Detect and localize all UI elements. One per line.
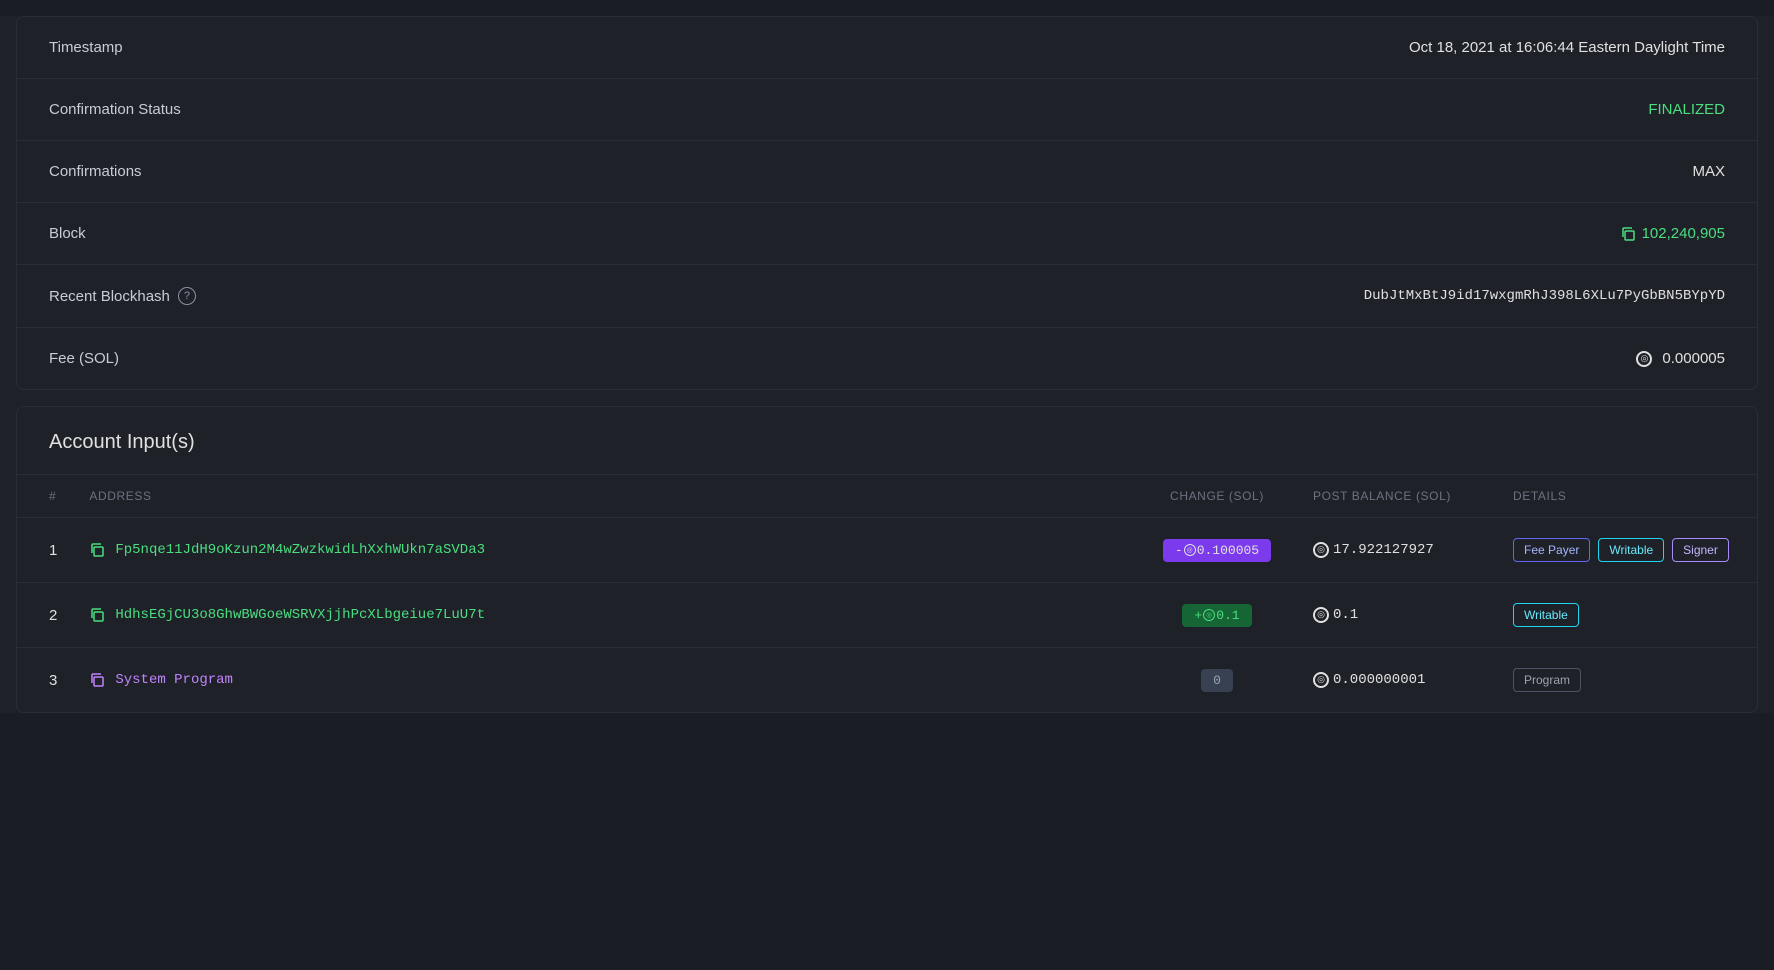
col-header-post-balance: POST BALANCE (SOL) bbox=[1297, 475, 1497, 518]
sol-circle-icon: ◎ bbox=[1313, 672, 1329, 688]
block-value[interactable]: 102,240,905 bbox=[1620, 225, 1725, 242]
table-header-row: # ADDRESS CHANGE (SOL) POST BALANCE (SOL… bbox=[17, 475, 1757, 518]
timestamp-row: Timestamp Oct 18, 2021 at 16:06:44 Easte… bbox=[17, 17, 1757, 79]
detail-badge-writable: Writable bbox=[1598, 538, 1664, 562]
detail-badge-program: Program bbox=[1513, 668, 1581, 692]
change-badge: -◎0.100005 bbox=[1163, 539, 1271, 562]
address-cell: System Program bbox=[73, 648, 1137, 713]
accounts-table: # ADDRESS CHANGE (SOL) POST BALANCE (SOL… bbox=[17, 475, 1757, 712]
account-inputs-title: Account Input(s) bbox=[17, 407, 1757, 475]
timestamp-value: Oct 18, 2021 at 16:06:44 Eastern Dayligh… bbox=[1409, 39, 1725, 56]
recent-blockhash-help-icon[interactable]: ? bbox=[178, 287, 196, 305]
change-badge: +◎0.1 bbox=[1182, 604, 1251, 627]
copy-address-icon[interactable] bbox=[89, 672, 105, 688]
post-balance-value: 0.1 bbox=[1333, 607, 1358, 623]
copy-address-icon[interactable] bbox=[89, 542, 105, 558]
transaction-details-card: Timestamp Oct 18, 2021 at 16:06:44 Easte… bbox=[16, 16, 1758, 390]
detail-badge-signer: Signer bbox=[1672, 538, 1729, 562]
post-balance-cell: ◎17.922127927 bbox=[1297, 518, 1497, 583]
post-balance-value: 0.000000001 bbox=[1333, 672, 1425, 688]
post-balance-cell: ◎0.1 bbox=[1297, 583, 1497, 648]
post-balance-value: 17.922127927 bbox=[1333, 542, 1434, 558]
confirmations-value: MAX bbox=[1692, 163, 1725, 180]
timestamp-label: Timestamp bbox=[49, 39, 123, 56]
confirmations-row: Confirmations MAX bbox=[17, 141, 1757, 203]
row-number: 1 bbox=[17, 518, 73, 583]
post-balance-cell: ◎0.000000001 bbox=[1297, 648, 1497, 713]
recent-blockhash-value: DubJtMxBtJ9id17wxgmRhJ398L6XLu7PyGbBN5BY… bbox=[1364, 288, 1725, 304]
recent-blockhash-row: Recent Blockhash ? DubJtMxBtJ9id17wxgmRh… bbox=[17, 265, 1757, 328]
table-row: 2 HdhsEGjCU3o8GhwBWGoeWSRVXjjhPcXLbgeiue7… bbox=[17, 583, 1757, 648]
sol-circle-icon: ◎ bbox=[1313, 542, 1329, 558]
row-number: 3 bbox=[17, 648, 73, 713]
change-badge: 0 bbox=[1201, 669, 1233, 692]
fee-row: Fee (SOL) ◎ 0.000005 bbox=[17, 328, 1757, 389]
details-cell: Writable bbox=[1497, 583, 1757, 648]
detail-badge-writable: Writable bbox=[1513, 603, 1579, 627]
table-row: 1 Fp5nqe11JdH9oKzun2M4wZwzkwidLhXxhWUkn7a… bbox=[17, 518, 1757, 583]
recent-blockhash-label: Recent Blockhash ? bbox=[49, 287, 196, 305]
change-cell: -◎0.100005 bbox=[1137, 518, 1297, 583]
address-link[interactable]: HdhsEGjCU3o8GhwBWGoeWSRVXjjhPcXLbgeiue7L… bbox=[115, 607, 485, 623]
change-cell: 0 bbox=[1137, 648, 1297, 713]
change-cell: +◎0.1 bbox=[1137, 583, 1297, 648]
confirmation-status-label: Confirmation Status bbox=[49, 101, 181, 118]
address-link[interactable]: Fp5nqe11JdH9oKzun2M4wZwzkwidLhXxhWUkn7aS… bbox=[115, 542, 485, 558]
copy-block-icon[interactable] bbox=[1620, 226, 1636, 242]
address-cell: HdhsEGjCU3o8GhwBWGoeWSRVXjjhPcXLbgeiue7L… bbox=[73, 583, 1137, 648]
detail-badge-fee-payer: Fee Payer bbox=[1513, 538, 1590, 562]
row-number: 2 bbox=[17, 583, 73, 648]
details-cell: Fee Payer Writable Signer bbox=[1497, 518, 1757, 583]
sol-icon: ◎ bbox=[1636, 351, 1652, 367]
sol-circle-icon: ◎ bbox=[1313, 607, 1329, 623]
table-row: 3 System Program 0 ◎0.000000001 Program bbox=[17, 648, 1757, 713]
fee-value: ◎ 0.000005 bbox=[1636, 350, 1725, 367]
details-cell: Program bbox=[1497, 648, 1757, 713]
address-link[interactable]: System Program bbox=[115, 672, 233, 688]
fee-label: Fee (SOL) bbox=[49, 350, 119, 367]
block-label: Block bbox=[49, 225, 86, 242]
copy-address-icon[interactable] bbox=[89, 607, 105, 623]
address-cell: Fp5nqe11JdH9oKzun2M4wZwzkwidLhXxhWUkn7aS… bbox=[73, 518, 1137, 583]
col-header-details: DETAILS bbox=[1497, 475, 1757, 518]
confirmation-status-row: Confirmation Status FINALIZED bbox=[17, 79, 1757, 141]
col-header-address: ADDRESS bbox=[73, 475, 1137, 518]
confirmation-status-value: FINALIZED bbox=[1648, 101, 1725, 118]
block-row: Block 102,240,905 bbox=[17, 203, 1757, 265]
col-header-change: CHANGE (SOL) bbox=[1137, 475, 1297, 518]
col-header-number: # bbox=[17, 475, 73, 518]
confirmations-label: Confirmations bbox=[49, 163, 142, 180]
account-inputs-card: Account Input(s) # ADDRESS CHANGE (SOL) … bbox=[16, 406, 1758, 713]
